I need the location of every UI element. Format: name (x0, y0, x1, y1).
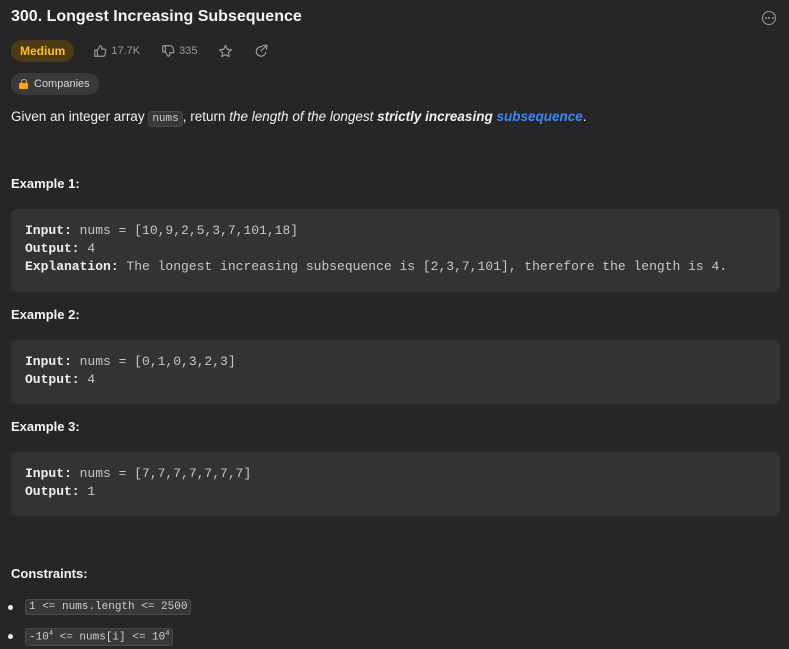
bullet (8, 604, 13, 610)
thumbs-down-icon (162, 45, 175, 57)
constraint-code: -104 <= nums[i] <= 104 (25, 628, 174, 646)
constraint-item: -104 <= nums[i] <= 104 (8, 628, 174, 646)
example-1-title: Example 1: (11, 176, 80, 191)
explanation-value: The longest increasing subsequence is [2… (118, 259, 728, 274)
description-italic: the length of the longest (229, 109, 378, 124)
output-label: Output: (25, 241, 80, 256)
example-3-title: Example 3: (11, 419, 80, 434)
share-button[interactable] (254, 44, 268, 58)
lock-icon (19, 79, 28, 89)
difficulty-badge: Medium (11, 40, 75, 62)
output-value: 4 (79, 241, 96, 256)
input-label: Input: (25, 223, 72, 238)
description-code: nums (148, 111, 183, 127)
thumbs-up-icon (94, 45, 107, 57)
constraint-item: 1 <= nums.length <= 2500 (8, 599, 192, 615)
example-3-box: Input: nums = [7,7,7,7,7,7,7] Output: 1 (11, 452, 780, 516)
share-icon (256, 44, 268, 57)
constraint-code: 1 <= nums.length <= 2500 (25, 599, 192, 615)
input-label: Input: (25, 354, 72, 369)
input-value: nums = [7,7,7,7,7,7,7] (71, 466, 252, 481)
description-text: Given an integer array (11, 109, 149, 124)
exponent: 4 (165, 630, 170, 638)
favorite-button[interactable] (218, 44, 233, 59)
problem-title: 300. Longest Increasing Subsequence (11, 8, 302, 25)
companies-label: Companies (34, 78, 90, 90)
dislike-button[interactable]: 335 (161, 44, 197, 58)
problem-meta-row: Medium 17.7K 335 (11, 40, 268, 62)
like-count: 17.7K (111, 45, 141, 57)
subsequence-link[interactable]: subsequence (496, 109, 582, 124)
output-value: 1 (79, 484, 96, 499)
constraint-text: <= nums[i] <= 10 (53, 631, 166, 644)
input-label: Input: (25, 466, 72, 481)
like-button[interactable]: 17.7K (93, 44, 140, 58)
output-label: Output: (25, 484, 80, 499)
example-2-box: Input: nums = [0,1,0,3,2,3] Output: 4 (11, 340, 780, 404)
problem-description: Given an integer array nums, return the … (11, 109, 587, 127)
output-label: Output: (25, 372, 80, 387)
output-value: 4 (79, 372, 96, 387)
example-2-title: Example 2: (11, 307, 80, 322)
description-text: , return (182, 109, 230, 124)
input-value: nums = [10,9,2,5,3,7,101,18] (71, 223, 299, 238)
bullet (8, 634, 13, 640)
description-text: . (582, 109, 587, 124)
explanation-label: Explanation: (25, 259, 119, 274)
more-options-icon[interactable] (762, 11, 776, 25)
dislike-count: 335 (179, 45, 198, 57)
constraint-text: -10 (29, 631, 49, 644)
star-icon (219, 44, 233, 57)
input-value: nums = [0,1,0,3,2,3] (71, 354, 236, 369)
example-1-box: Input: nums = [10,9,2,5,3,7,101,18] Outp… (11, 209, 780, 292)
constraints-title: Constraints: (11, 566, 88, 581)
companies-tag[interactable]: Companies (11, 73, 99, 95)
description-strong: strictly increasing (377, 109, 497, 124)
